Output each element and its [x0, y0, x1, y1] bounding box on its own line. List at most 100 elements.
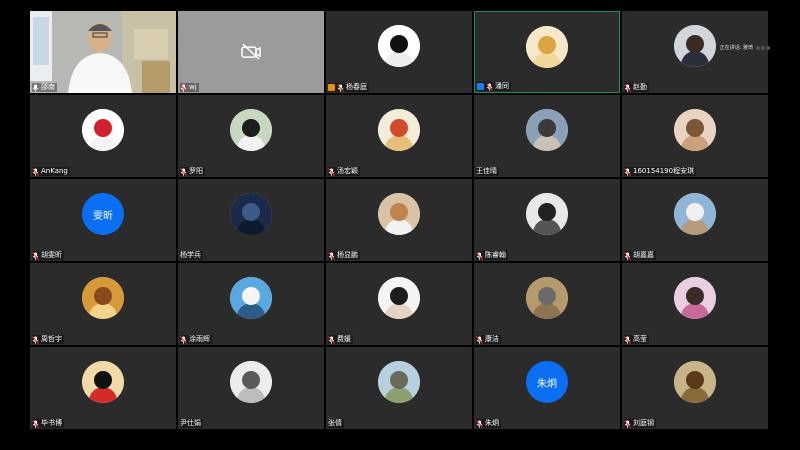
mic-muted-icon [476, 419, 483, 428]
mic-muted-icon [328, 167, 335, 176]
participant-name-bar: 周哲宇 [32, 335, 64, 344]
avatar [378, 277, 420, 319]
mic-muted-icon [476, 335, 483, 344]
participant-name: 胡雯昕 [41, 251, 62, 259]
participant-tile[interactable]: 张倩 [326, 347, 472, 429]
participant-name-bar: 涂雨辉 [180, 335, 212, 344]
participant-name-bar: 陈睿翰 [476, 251, 508, 260]
participant-name-bar: 赵勤 [624, 83, 649, 92]
mic-muted-icon [180, 167, 187, 176]
participant-tile[interactable]: 尹仕娟 [178, 347, 324, 429]
participant-name-bar: 张倩 [328, 419, 344, 428]
participant-grid: 邵南 wj 杨春庭 潘同 赵勤 AnKang 罗阳 汤宏颖 王佳晴 160154… [30, 11, 771, 429]
participant-tile[interactable]: 陈睿翰 [474, 179, 620, 261]
mic-muted-icon [328, 335, 335, 344]
participant-tile[interactable]: 潘同 [474, 11, 620, 93]
mic-muted-icon [337, 83, 344, 92]
participant-name: 毕书博 [41, 419, 62, 427]
mic-muted-icon [476, 251, 483, 260]
participant-tile[interactable]: 汤宏颖 [326, 95, 472, 177]
participant-tile[interactable]: 杨春庭 [326, 11, 472, 93]
avatar [526, 109, 568, 151]
participant-name: 尹仕娟 [180, 419, 201, 427]
mic-muted-icon [486, 82, 493, 91]
participant-tile[interactable]: 高莹 [622, 263, 768, 345]
participant-tile[interactable]: 涂雨辉 [178, 263, 324, 345]
avatar [674, 193, 716, 235]
participant-tile[interactable]: 杨显鹏 [326, 179, 472, 261]
avatar [526, 26, 568, 68]
participant-name-bar: 160154190程安琪 [624, 167, 697, 176]
participant-name-bar: 康洁 [476, 335, 501, 344]
participant-name-bar: 尹仕娟 [180, 419, 203, 428]
avatar: 朱炯 [526, 361, 568, 403]
participant-tile[interactable]: 朱炯 朱炯 [474, 347, 620, 429]
mic-muted-icon [180, 83, 187, 92]
mic-muted-icon [32, 419, 39, 428]
participant-name-bar: 汤宏颖 [328, 167, 360, 176]
avatar: 雯昕 [82, 193, 124, 235]
host-badge-icon [328, 84, 335, 91]
participant-name: 费媛 [337, 335, 351, 343]
participant-tile[interactable]: 邵南 [30, 11, 176, 93]
participant-name: 涂雨辉 [189, 335, 210, 343]
participant-name-bar: 潘同 [477, 82, 511, 91]
participant-tile[interactable]: 胡嘉嘉 [622, 179, 768, 261]
participant-name: AnKang [41, 167, 68, 175]
participant-name: 160154190程安琪 [633, 167, 695, 175]
participant-name: 赵勤 [633, 83, 647, 91]
participant-tile[interactable]: AnKang [30, 95, 176, 177]
mic-muted-icon [624, 251, 631, 260]
participant-tile[interactable]: 王佳晴 [474, 95, 620, 177]
avatar [230, 193, 272, 235]
participant-name: 康洁 [485, 335, 499, 343]
participant-tile[interactable]: 杨学兵 [178, 179, 324, 261]
participant-name-bar: 刘庭钢 [624, 419, 656, 428]
avatar [378, 193, 420, 235]
camera-off-icon [240, 42, 262, 60]
participant-tile[interactable]: 周哲宇 [30, 263, 176, 345]
participant-name-bar: 朱炯 [476, 419, 501, 428]
participant-tile[interactable]: 毕书博 [30, 347, 176, 429]
participant-name-bar: 邵南 [32, 83, 57, 92]
speaking-indicator: 正在讲话: 雅琦 [720, 44, 770, 51]
participant-tile[interactable]: wj [178, 11, 324, 93]
mic-muted-icon [624, 167, 631, 176]
avatar [230, 361, 272, 403]
avatar [82, 109, 124, 151]
participant-name: 杨春庭 [346, 83, 367, 91]
participant-tile[interactable]: 160154190程安琪 [622, 95, 768, 177]
participant-name: 潘同 [495, 82, 509, 90]
avatar [378, 109, 420, 151]
participant-name-bar: 罗阳 [180, 167, 205, 176]
participant-video [30, 11, 176, 93]
participant-name: 胡嘉嘉 [633, 251, 654, 259]
mic-muted-icon [328, 251, 335, 260]
avatar [378, 25, 420, 67]
mic-muted-icon [624, 419, 631, 428]
participant-tile[interactable]: 雯昕胡雯昕 [30, 179, 176, 261]
avatar [674, 25, 716, 67]
participant-name-bar: 杨学兵 [180, 251, 203, 260]
participant-tile[interactable]: 费媛 [326, 263, 472, 345]
speaking-dots-icon [756, 45, 770, 50]
participant-name-bar: 胡嘉嘉 [624, 251, 656, 260]
participant-name-bar: 毕书博 [32, 419, 64, 428]
mic-muted-icon [624, 335, 631, 344]
participant-name: 罗阳 [189, 167, 203, 175]
avatar [526, 277, 568, 319]
avatar [674, 361, 716, 403]
participant-name-bar: wj [180, 83, 199, 92]
participant-tile[interactable]: 赵勤 [622, 11, 768, 93]
participant-name-bar: 杨显鹏 [328, 251, 360, 260]
participant-name-bar: 杨春庭 [328, 83, 369, 92]
participant-name-bar: 王佳晴 [476, 167, 499, 176]
participant-tile[interactable]: 康洁 [474, 263, 620, 345]
participant-name: 杨学兵 [180, 251, 201, 259]
avatar [230, 109, 272, 151]
participant-tile[interactable]: 罗阳 [178, 95, 324, 177]
participant-tile[interactable]: 刘庭钢 [622, 347, 768, 429]
avatar [82, 277, 124, 319]
mic-muted-icon [624, 83, 631, 92]
avatar [230, 277, 272, 319]
